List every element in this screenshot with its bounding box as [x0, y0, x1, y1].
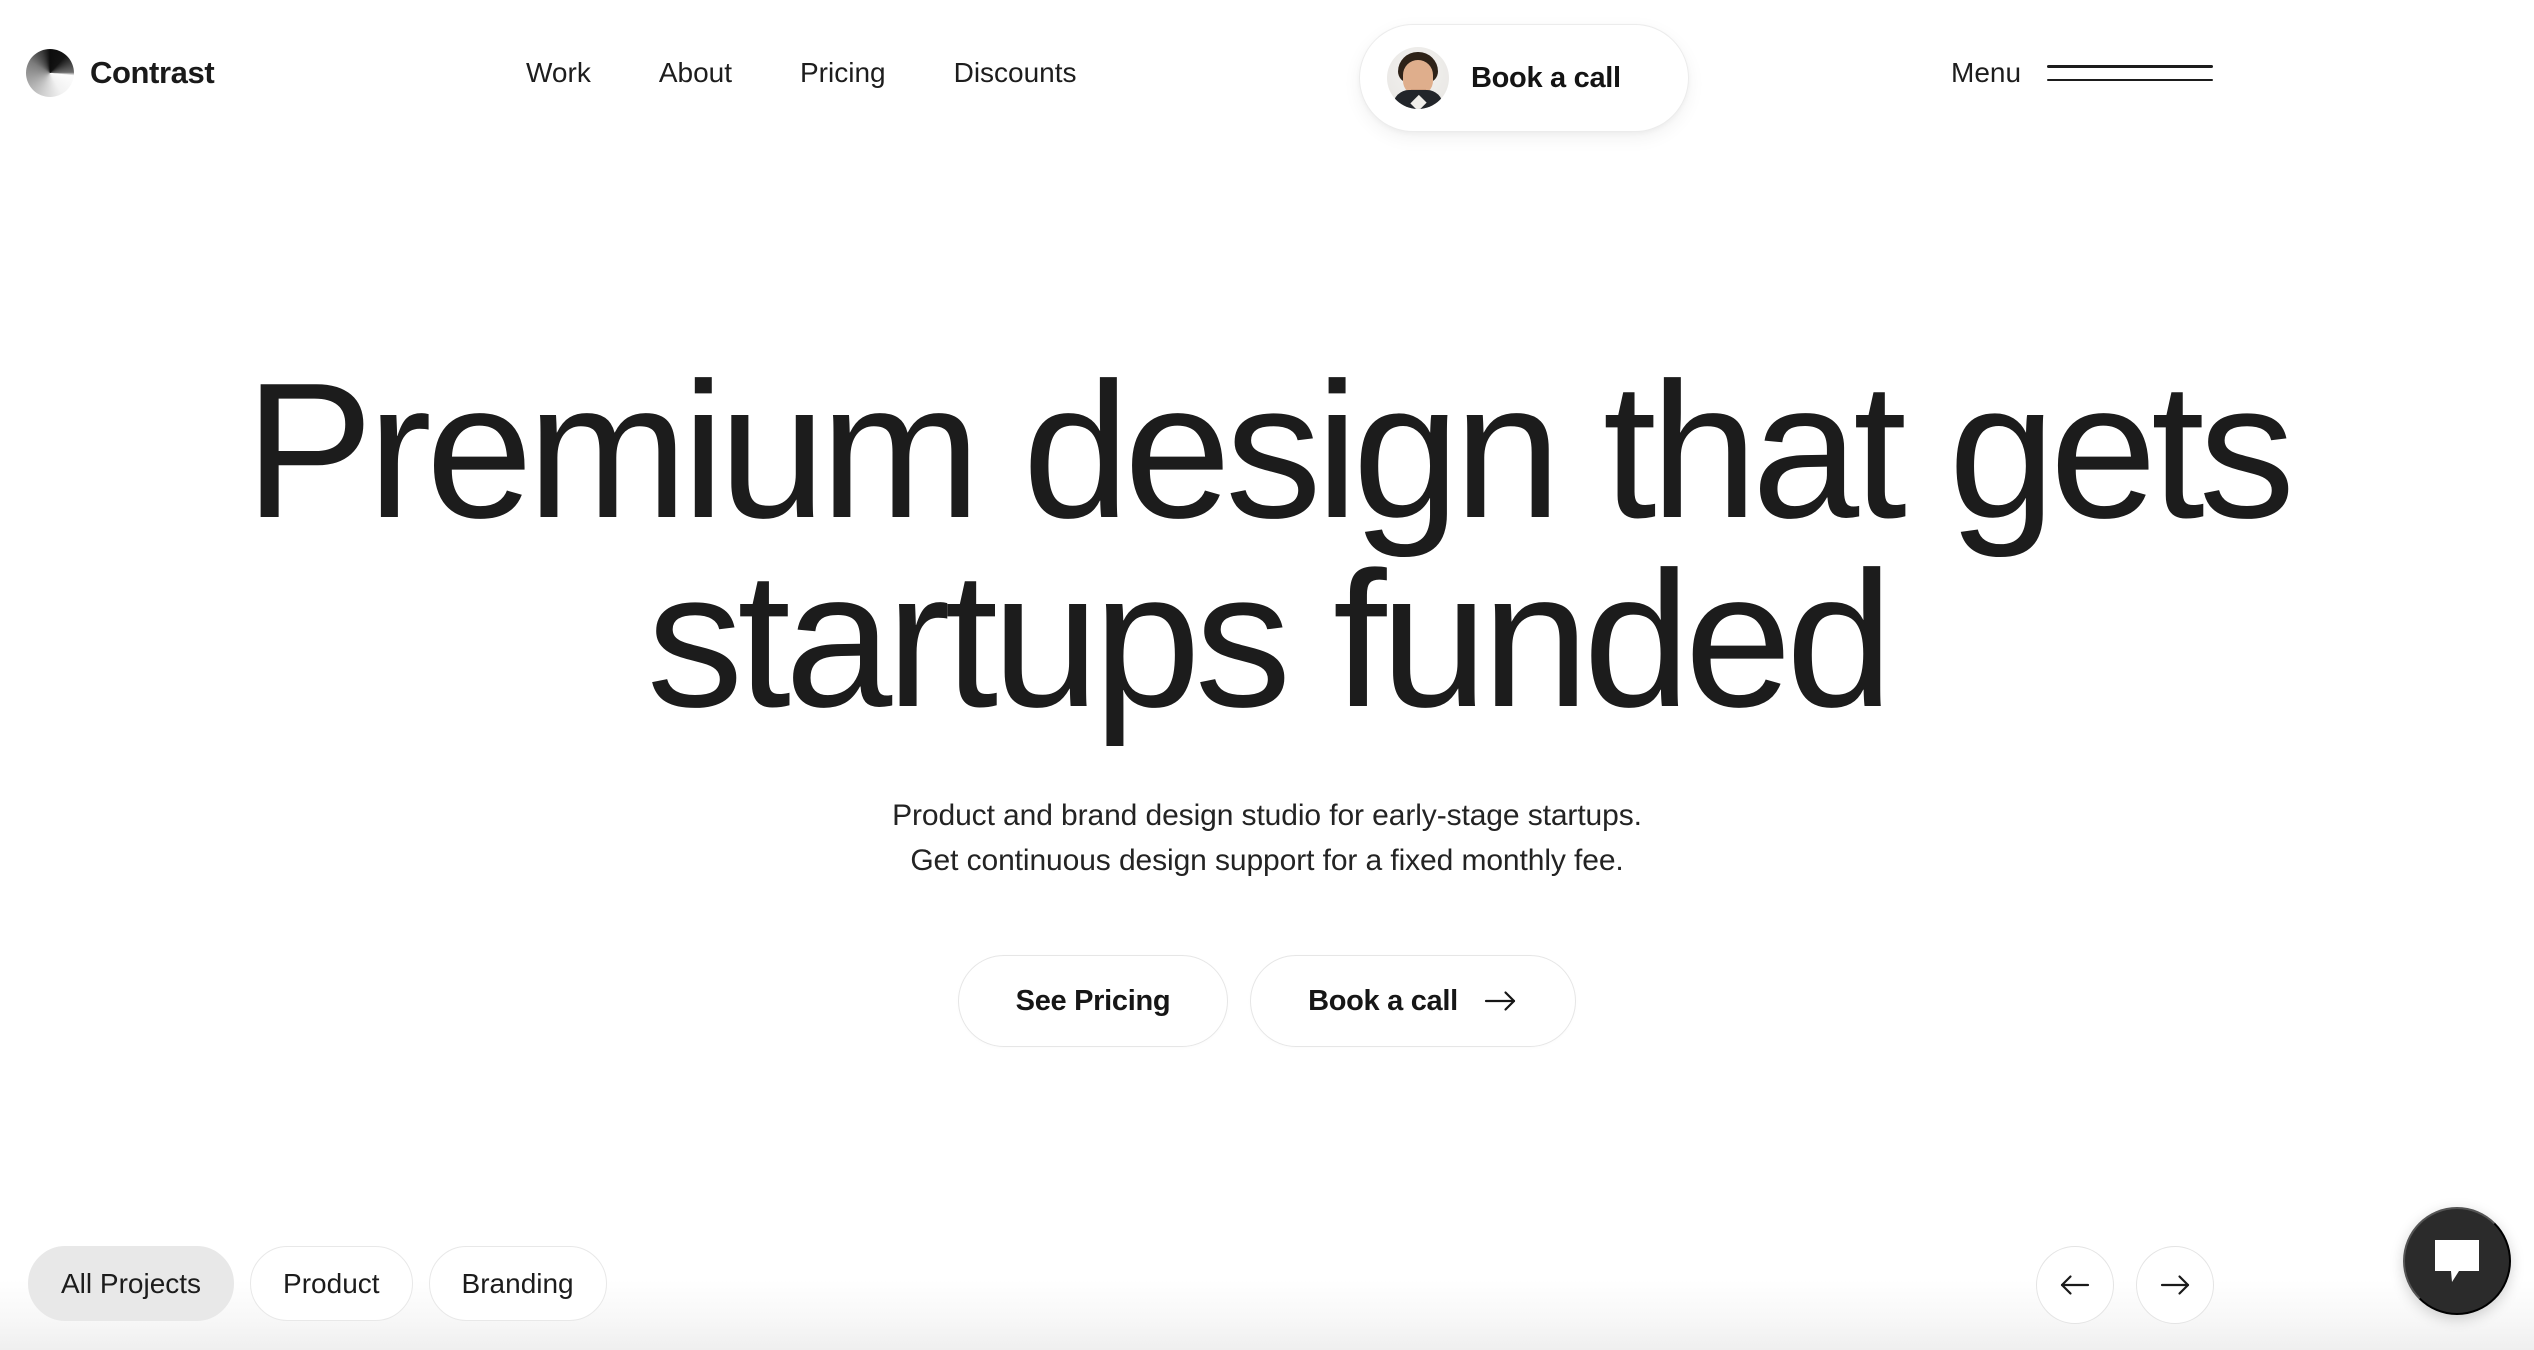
hero-subtitle: Product and brand design studio for earl…	[892, 794, 1642, 883]
menu-label: Menu	[1951, 57, 2022, 88]
nav-link-about[interactable]: About	[625, 50, 766, 96]
projects-filter-bar: All Projects Product Branding	[0, 1246, 2534, 1324]
carousel-next-button[interactable]	[2136, 1246, 2214, 1324]
carousel-navigation	[2036, 1246, 2214, 1324]
header-book-a-call-button[interactable]: Book a call	[1359, 24, 1689, 132]
hero-subtitle-line-1: Product and brand design studio for earl…	[892, 799, 1642, 833]
hero-title-line-1: Premium design that gets	[244, 342, 2295, 558]
menu-toggle-button[interactable]: Menu	[1951, 50, 2214, 96]
project-filter-chips: All Projects Product Branding	[28, 1246, 607, 1321]
hero-book-a-call-button[interactable]: Book a call	[1250, 955, 1576, 1048]
chat-bubble-icon	[2435, 1240, 2479, 1282]
filter-chip-all-projects[interactable]: All Projects	[28, 1246, 235, 1321]
see-pricing-label: See Pricing	[1015, 984, 1171, 1017]
header-book-a-call-label: Book a call	[1471, 61, 1621, 94]
brand-name: Contrast	[90, 55, 215, 90]
site-header: Contrast Work About Pricing Discounts Bo…	[0, 0, 2534, 160]
chat-widget-button[interactable]	[2403, 1207, 2511, 1315]
filter-chip-product[interactable]: Product	[250, 1246, 413, 1321]
contrast-circle-logo-icon	[26, 49, 74, 97]
hero-title-line-2: startups funded	[646, 531, 1893, 748]
hero-section: Premium design that gets startups funded…	[0, 0, 2534, 1180]
hero-cta-group: See Pricing Book a call	[958, 955, 1576, 1048]
page-title: Premium design that gets startups funded	[107, 342, 2427, 748]
avatar	[1387, 47, 1449, 109]
nav-link-pricing[interactable]: Pricing	[766, 50, 920, 96]
nav-link-discounts[interactable]: Discounts	[920, 50, 1111, 96]
hamburger-menu-icon	[2047, 65, 2214, 81]
main-navigation: Work About Pricing Discounts	[492, 50, 1111, 96]
see-pricing-button[interactable]: See Pricing	[958, 955, 1228, 1048]
hero-book-a-call-label: Book a call	[1308, 984, 1458, 1017]
carousel-prev-button[interactable]	[2036, 1246, 2114, 1324]
arrow-left-icon	[2060, 1275, 2090, 1295]
arrow-right-icon	[2160, 1275, 2190, 1295]
nav-link-work[interactable]: Work	[492, 50, 625, 96]
hero-subtitle-line-2: Get continuous design support for a fixe…	[910, 843, 1624, 877]
filter-chip-branding[interactable]: Branding	[428, 1246, 607, 1321]
arrow-right-icon	[1484, 991, 1516, 1011]
brand-logo[interactable]: Contrast	[26, 49, 215, 97]
